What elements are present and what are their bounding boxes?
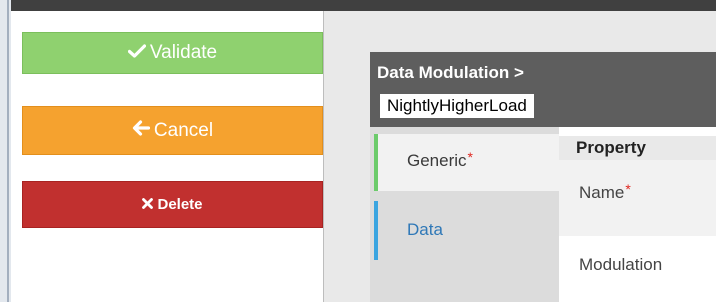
tab-list: Generic* Data (370, 127, 559, 302)
property-table: Property Name* Modulation (559, 127, 716, 302)
property-column-header: Property (559, 136, 716, 160)
action-sidebar: Validate Cancel Delete (11, 11, 324, 302)
x-icon (142, 196, 154, 213)
breadcrumb[interactable]: Data Modulation > (377, 63, 524, 83)
row-label: Name (579, 183, 625, 202)
delete-label: Delete (157, 196, 203, 213)
required-marker: * (625, 181, 631, 197)
delete-button[interactable]: Delete (22, 181, 323, 228)
top-bar (0, 0, 716, 11)
arrow-left-icon (132, 119, 151, 142)
table-row: Modulation (559, 236, 716, 302)
tab-generic[interactable]: Generic* (374, 134, 559, 191)
required-marker: * (467, 149, 473, 165)
cancel-button[interactable]: Cancel (22, 106, 323, 155)
tab-data[interactable]: Data (374, 201, 559, 260)
left-edge-panel (0, 0, 11, 302)
table-row: Name* (559, 160, 716, 236)
tab-generic-label: Generic (407, 151, 467, 170)
tab-generic-label-wrap: Generic* (407, 149, 473, 171)
left-edge-stripe (7, 0, 9, 302)
panel-header: Data Modulation > NightlyHigherLoad (370, 52, 716, 127)
cancel-label: Cancel (153, 119, 214, 141)
row-label: Modulation (579, 255, 663, 274)
edit-panel: Data Modulation > NightlyHigherLoad Gene… (370, 52, 716, 302)
name-value-box: NightlyHigherLoad (380, 94, 534, 118)
checkmark-icon (127, 42, 146, 64)
row-label-wrap: Name* (579, 181, 631, 203)
validate-label: Validate (149, 42, 218, 63)
tab-data-label: Data (407, 220, 443, 239)
validate-button[interactable]: Validate (22, 32, 323, 74)
